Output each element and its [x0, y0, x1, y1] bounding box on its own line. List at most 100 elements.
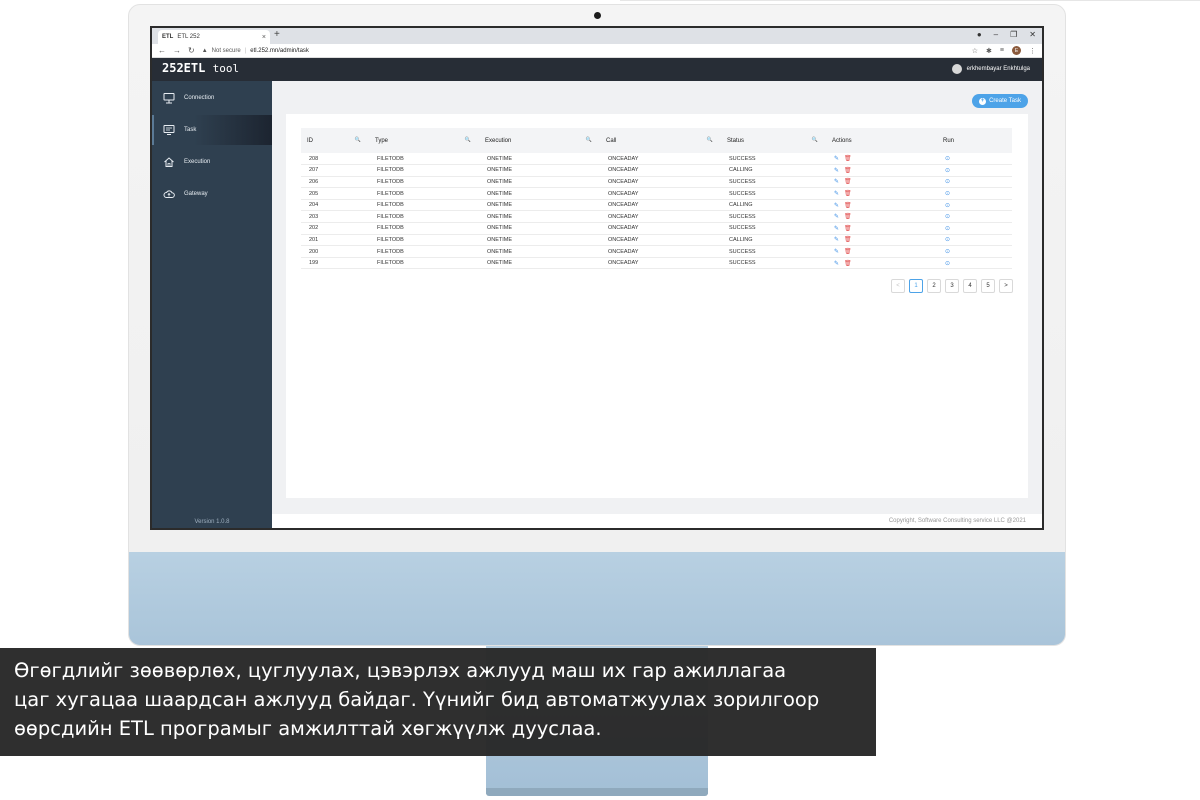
pagination-next-button[interactable]: > [999, 279, 1013, 293]
window-close-icon[interactable]: ✕ [1029, 30, 1036, 39]
star-icon[interactable]: ☆ [972, 47, 978, 55]
minimize-icon[interactable]: – [994, 30, 998, 39]
cell-type: FILETODB [369, 245, 479, 258]
edit-icon[interactable]: ✎ [834, 191, 839, 197]
column-header-call[interactable]: Call 🔍 [600, 128, 721, 153]
run-icon[interactable]: ⊙ [945, 226, 950, 232]
table-row: 200 FILETODB ONETIME ONCEADAY SUCCESS ✎ 🗑 ⊙ [301, 245, 1012, 258]
delete-icon[interactable]: 🗑 [844, 226, 852, 232]
browser-tab[interactable]: ETL ETL 252 × [158, 30, 270, 44]
delete-icon[interactable]: 🗑 [844, 237, 852, 243]
reading-list-icon[interactable]: ≡ [1000, 47, 1004, 54]
delete-icon[interactable]: 🗑 [844, 179, 852, 185]
column-header-type[interactable]: Type 🔍 [369, 128, 479, 153]
edit-icon[interactable]: ✎ [834, 179, 839, 185]
cell-call: ONCEADAY [600, 245, 721, 258]
user-menu[interactable]: erkhembayar Enkhtulga [951, 64, 1030, 74]
column-header-status[interactable]: Status 🔍 [721, 128, 826, 153]
new-tab-button[interactable]: + [274, 29, 280, 40]
pagination-prev-button[interactable]: < [891, 279, 905, 293]
pagination: < 1 2 3 4 5 > [891, 279, 1013, 293]
sidebar-item-task[interactable]: Task [152, 115, 272, 145]
create-task-button[interactable]: + Create Task [972, 94, 1028, 108]
run-icon[interactable]: ⊙ [945, 203, 950, 209]
edit-icon[interactable]: ✎ [834, 156, 839, 162]
cell-run: ⊙ [937, 245, 1012, 258]
page: ETL ETL 252 × + ● – ❐ ✕ ← → ↻ ▲ Not secu… [0, 0, 1200, 800]
cell-status: SUCCESS [721, 176, 826, 189]
run-icon[interactable]: ⊙ [945, 179, 950, 185]
cell-type: FILETODB [369, 187, 479, 200]
delete-icon[interactable]: 🗑 [844, 214, 852, 220]
back-icon[interactable]: ← [158, 46, 166, 55]
close-icon[interactable]: × [262, 34, 266, 41]
edit-icon[interactable]: ✎ [834, 249, 839, 255]
edit-icon[interactable]: ✎ [834, 168, 839, 174]
edit-icon[interactable]: ✎ [834, 203, 839, 209]
cell-id: 200 [301, 245, 369, 258]
main-content: + Create Task ID 🔍 Type 🔍 Execution 🔍 Call 🔍 [272, 81, 1042, 528]
run-icon[interactable]: ⊙ [945, 214, 950, 220]
caption-line: цаг хугацаа шаардсан ажлууд байдаг. Үүни… [14, 688, 820, 711]
url-text: etl.252.mn/admin/task [250, 47, 309, 54]
puzzle-icon[interactable]: ✱ [986, 47, 992, 55]
url-field[interactable]: ▲ Not secure | etl.252.mn/admin/task [202, 48, 965, 54]
cell-actions: ✎ 🗑 [826, 234, 937, 247]
cell-call: ONCEADAY [600, 153, 721, 166]
cell-run: ⊙ [937, 234, 1012, 247]
run-icon[interactable]: ⊙ [945, 237, 950, 243]
cell-status: SUCCESS [721, 187, 826, 200]
delete-icon[interactable]: 🗑 [844, 261, 852, 267]
run-icon[interactable]: ⊙ [945, 168, 950, 174]
cell-status: SUCCESS [721, 210, 826, 224]
column-header-execution[interactable]: Execution 🔍 [479, 128, 600, 153]
column-header-run: Run [937, 128, 1012, 153]
menu-icon[interactable]: ⋮ [1029, 47, 1036, 55]
top-edge-line [620, 0, 1200, 1]
restore-icon[interactable]: ❐ [1010, 30, 1017, 39]
sidebar-item-gateway[interactable]: Gateway [152, 179, 272, 209]
search-icon[interactable]: 🔍 [355, 137, 361, 143]
column-header-id[interactable]: ID 🔍 [301, 128, 369, 153]
cell-run: ⊙ [937, 176, 1012, 189]
search-icon[interactable]: 🔍 [812, 137, 818, 143]
task-table: ID 🔍 Type 🔍 Execution 🔍 Call 🔍 Status 🔍 Actio… [301, 128, 1012, 270]
app-logo[interactable]: 252ETL tool [162, 61, 239, 75]
sidebar-item-label: Task [184, 127, 197, 133]
pagination-page-3[interactable]: 3 [945, 279, 959, 293]
sidebar-item-execution[interactable]: Execution [152, 147, 272, 177]
delete-icon[interactable]: 🗑 [844, 156, 852, 162]
run-icon[interactable]: ⊙ [945, 249, 950, 255]
run-icon[interactable]: ⊙ [945, 191, 950, 197]
cell-type: FILETODB [369, 199, 479, 212]
edit-icon[interactable]: ✎ [834, 261, 839, 267]
search-icon[interactable]: 🔍 [465, 137, 471, 143]
delete-icon[interactable]: 🗑 [844, 203, 852, 209]
edit-icon[interactable]: ✎ [834, 226, 839, 232]
reload-icon[interactable]: ↻ [188, 46, 195, 55]
table-row: 205 FILETODB ONETIME ONCEADAY SUCCESS ✎ 🗑 ⊙ [301, 187, 1012, 200]
edit-icon[interactable]: ✎ [834, 237, 839, 243]
browser-tab-bar: ETL ETL 252 × + ● – ❐ ✕ [152, 28, 1042, 44]
delete-icon[interactable]: 🗑 [844, 168, 852, 174]
profile-avatar[interactable]: E [1012, 46, 1021, 55]
delete-icon[interactable]: 🗑 [844, 191, 852, 197]
cell-call: ONCEADAY [600, 187, 721, 200]
camera-icon [594, 12, 601, 19]
pagination-page-4[interactable]: 4 [963, 279, 977, 293]
pagination-page-1[interactable]: 1 [909, 279, 923, 293]
pagination-page-2[interactable]: 2 [927, 279, 941, 293]
record-icon[interactable]: ● [977, 30, 982, 39]
sidebar-item-label: Gateway [184, 191, 208, 197]
delete-icon[interactable]: 🗑 [844, 249, 852, 255]
run-icon[interactable]: ⊙ [945, 261, 950, 267]
run-icon[interactable]: ⊙ [945, 156, 950, 162]
cell-call: ONCEADAY [600, 176, 721, 189]
search-icon[interactable]: 🔍 [707, 137, 713, 143]
sidebar-item-connection[interactable]: Connection [152, 83, 272, 113]
pagination-page-5[interactable]: 5 [981, 279, 995, 293]
edit-icon[interactable]: ✎ [834, 214, 839, 220]
cell-id: 205 [301, 187, 369, 200]
search-icon[interactable]: 🔍 [586, 137, 592, 143]
forward-icon[interactable]: → [173, 46, 181, 55]
